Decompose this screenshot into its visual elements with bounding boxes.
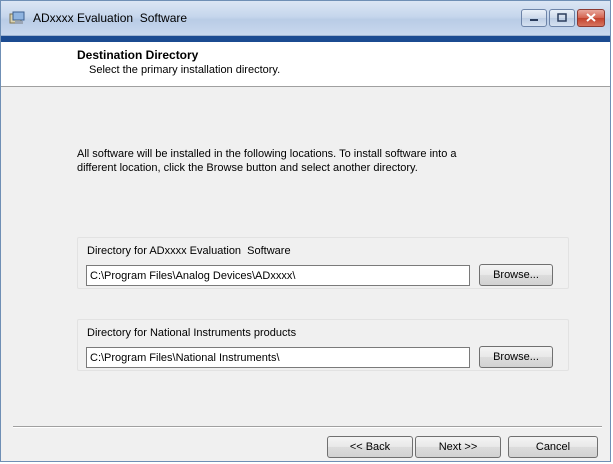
ni-browse-button[interactable]: Browse...: [479, 346, 553, 368]
page-title: Destination Directory: [77, 48, 199, 62]
adxxxx-directory-label: Directory for ADxxxx Evaluation Software: [87, 245, 291, 257]
installer-app-icon: [9, 11, 25, 25]
ni-directory-field[interactable]: [86, 347, 470, 368]
next-button[interactable]: Next >>: [415, 436, 501, 458]
info-text: All software will be installed in the fo…: [77, 148, 457, 174]
back-button[interactable]: << Back: [327, 436, 413, 458]
footer-divider: [13, 426, 602, 428]
adxxxx-browse-button[interactable]: Browse...: [479, 264, 553, 286]
close-icon: [586, 9, 596, 27]
installer-window: ADxxxx Evaluation Software Destination D…: [0, 0, 611, 462]
minimize-icon: [529, 9, 539, 27]
window-title: ADxxxx Evaluation Software: [33, 11, 188, 25]
adxxxx-directory-group: Directory for ADxxxx Evaluation Software…: [77, 237, 569, 289]
page-subtitle: Select the primary installation director…: [89, 64, 281, 76]
adxxxx-directory-field[interactable]: [86, 265, 470, 286]
cancel-button[interactable]: Cancel: [508, 436, 598, 458]
minimize-button[interactable]: [521, 9, 547, 27]
ni-directory-group: Directory for National Instruments produ…: [77, 319, 569, 371]
maximize-button[interactable]: [549, 9, 575, 27]
close-button[interactable]: [577, 9, 605, 27]
maximize-icon: [557, 9, 567, 27]
header-accent-bar: [1, 36, 610, 42]
title-bar[interactable]: ADxxxx Evaluation Software: [1, 1, 610, 36]
header-panel: Destination Directory Select the primary…: [1, 36, 610, 87]
ni-directory-label: Directory for National Instruments produ…: [87, 327, 297, 339]
